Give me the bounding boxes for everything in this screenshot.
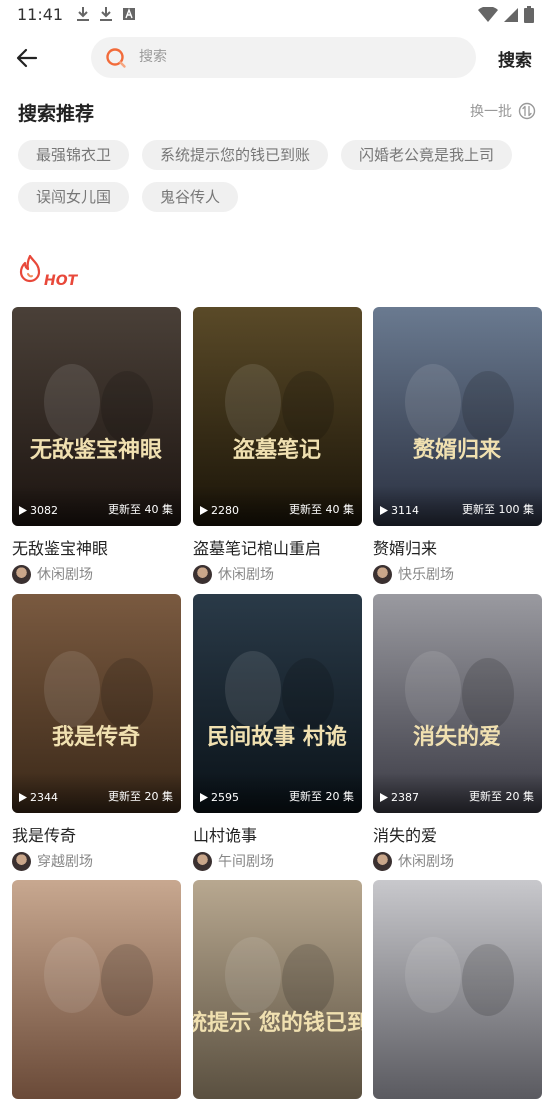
play-count: 2344: [19, 791, 58, 804]
recommend-tag[interactable]: 鬼谷传人: [142, 182, 239, 212]
drama-poster[interactable]: 民间故事 村诡 2595 更新至 20 集: [193, 594, 362, 813]
drama-title[interactable]: 山村诡事: [193, 822, 362, 846]
recommend-tag[interactable]: 误闯女儿国: [18, 182, 130, 212]
drama-title[interactable]: 无敌鉴宝神眼: [12, 535, 181, 559]
refresh-button[interactable]: 换一批: [470, 101, 536, 121]
drama-channel: 休闲剧场: [373, 851, 542, 871]
episode-count: 更新至 20 集: [289, 790, 354, 803]
drama-card[interactable]: [373, 880, 542, 1099]
drama-card[interactable]: [12, 880, 181, 1099]
drama-title[interactable]: 盗墓笔记棺山重启: [193, 535, 362, 559]
poster-image: [373, 880, 542, 1099]
poster-title-text: 赘婿归来: [412, 437, 502, 463]
play-count: 3082: [19, 504, 58, 517]
system-icons: [478, 6, 534, 23]
drama-poster[interactable]: [373, 880, 542, 1099]
drama-title[interactable]: 我是传奇: [12, 822, 181, 846]
drama-card[interactable]: 我是传奇 2344 更新至 20 集 我是传奇 穿越剧场: [12, 594, 181, 871]
channel-avatar: [373, 564, 392, 584]
channel-avatar: [12, 851, 31, 871]
drama-poster[interactable]: [12, 880, 181, 1099]
drama-title[interactable]: 赘婿归来: [373, 535, 542, 559]
search-icon: [106, 48, 126, 68]
recommend-title: 搜索推荐: [18, 103, 95, 125]
drama-card[interactable]: 赘婿归来 3114 更新至 100 集 赘婿归来 快乐剧场: [373, 307, 542, 584]
channel-name: 休闲剧场: [218, 567, 274, 583]
drama-card[interactable]: 无敌鉴宝神眼 3082 更新至 40 集 无敌鉴宝神眼 休闲剧场: [12, 307, 181, 584]
drama-poster[interactable]: 无敌鉴宝神眼 3082 更新至 40 集: [12, 307, 181, 526]
drama-card[interactable]: 盗墓笔记 2280 更新至 40 集 盗墓笔记棺山重启 休闲剧场: [193, 307, 362, 584]
drama-title[interactable]: 消失的爱: [373, 822, 542, 846]
play-count: 2595: [200, 791, 239, 804]
channel-name: 午间剧场: [218, 854, 274, 870]
back-arrow-icon: [16, 48, 38, 68]
poster-title-text: 无敌鉴宝神眼: [30, 437, 162, 463]
drama-channel: 休闲剧场: [193, 564, 362, 584]
poster-title-text: 民间故事 村诡: [207, 724, 347, 750]
channel-name: 快乐剧场: [398, 567, 454, 583]
app-notification-icon: [123, 8, 135, 20]
drama-poster[interactable]: 我是传奇 2344 更新至 20 集: [12, 594, 181, 813]
download-icon: [77, 7, 89, 21]
refresh-label: 换一批: [470, 104, 512, 120]
hot-label: HOT: [44, 273, 79, 289]
channel-name: 穿越剧场: [37, 854, 93, 870]
recommend-tag[interactable]: 闪婚老公竟是我上司: [341, 140, 513, 170]
battery-icon: [524, 6, 534, 23]
search-box[interactable]: [91, 37, 476, 78]
recommend-tags: 最强锦衣卫 系统提示您的钱已到账 闪婚老公竟是我上司 误闯女儿国 鬼谷传人: [18, 140, 548, 212]
drama-card[interactable]: 系统提示 您的钱已到账: [193, 880, 362, 1099]
channel-avatar: [373, 851, 392, 871]
poster-title-text: 系统提示 您的钱已到账: [193, 1010, 362, 1036]
poster-image: [12, 880, 181, 1099]
status-time: 11:41: [17, 5, 64, 24]
episode-count: 更新至 20 集: [108, 790, 173, 803]
play-icon: [200, 506, 208, 515]
drama-card[interactable]: 民间故事 村诡 2595 更新至 20 集 山村诡事 午间剧场: [193, 594, 362, 871]
notification-icons: [76, 6, 136, 22]
channel-avatar: [193, 564, 212, 584]
status-bar: 11:41: [0, 0, 554, 30]
drama-card[interactable]: 消失的爱 2387 更新至 20 集 消失的爱 休闲剧场: [373, 594, 542, 871]
drama-poster[interactable]: 系统提示 您的钱已到账: [193, 880, 362, 1099]
search-input[interactable]: [139, 45, 459, 69]
play-count: 3114: [380, 504, 419, 517]
drama-poster[interactable]: 盗墓笔记 2280 更新至 40 集: [193, 307, 362, 526]
channel-avatar: [193, 851, 212, 871]
refresh-icon: [518, 102, 536, 120]
poster-title-text: 消失的爱: [413, 724, 501, 750]
wifi-icon: [478, 6, 498, 22]
signal-icon: [504, 7, 518, 22]
poster-title-text: 盗墓笔记: [233, 437, 321, 463]
poster-image: 系统提示 您的钱已到账: [193, 880, 362, 1099]
poster-title-text: 我是传奇: [52, 724, 140, 750]
download-icon: [100, 7, 112, 21]
search-button[interactable]: 搜索: [498, 46, 532, 71]
play-count: 2280: [200, 504, 239, 517]
episode-count: 更新至 40 集: [289, 503, 354, 516]
recommend-tag[interactable]: 最强锦衣卫: [18, 140, 130, 170]
episode-count: 更新至 100 集: [462, 503, 534, 516]
hot-logo-icon: HOT: [19, 254, 79, 289]
drama-channel: 休闲剧场: [12, 564, 181, 584]
channel-name: 休闲剧场: [37, 567, 93, 583]
back-button[interactable]: [14, 45, 40, 71]
drama-poster[interactable]: 消失的爱 2387 更新至 20 集: [373, 594, 542, 813]
channel-avatar: [12, 564, 31, 584]
drama-poster[interactable]: 赘婿归来 3114 更新至 100 集: [373, 307, 542, 526]
episode-count: 更新至 40 集: [108, 503, 173, 516]
play-icon: [380, 506, 388, 515]
play-count: 2387: [380, 791, 419, 804]
play-icon: [380, 793, 388, 802]
play-icon: [200, 793, 208, 802]
drama-channel: 穿越剧场: [12, 851, 181, 871]
drama-channel: 快乐剧场: [373, 564, 542, 584]
play-icon: [19, 506, 27, 515]
episode-count: 更新至 20 集: [469, 790, 534, 803]
channel-name: 休闲剧场: [398, 854, 454, 870]
recommend-tag[interactable]: 系统提示您的钱已到账: [142, 140, 329, 170]
drama-channel: 午间剧场: [193, 851, 362, 871]
play-icon: [19, 793, 27, 802]
